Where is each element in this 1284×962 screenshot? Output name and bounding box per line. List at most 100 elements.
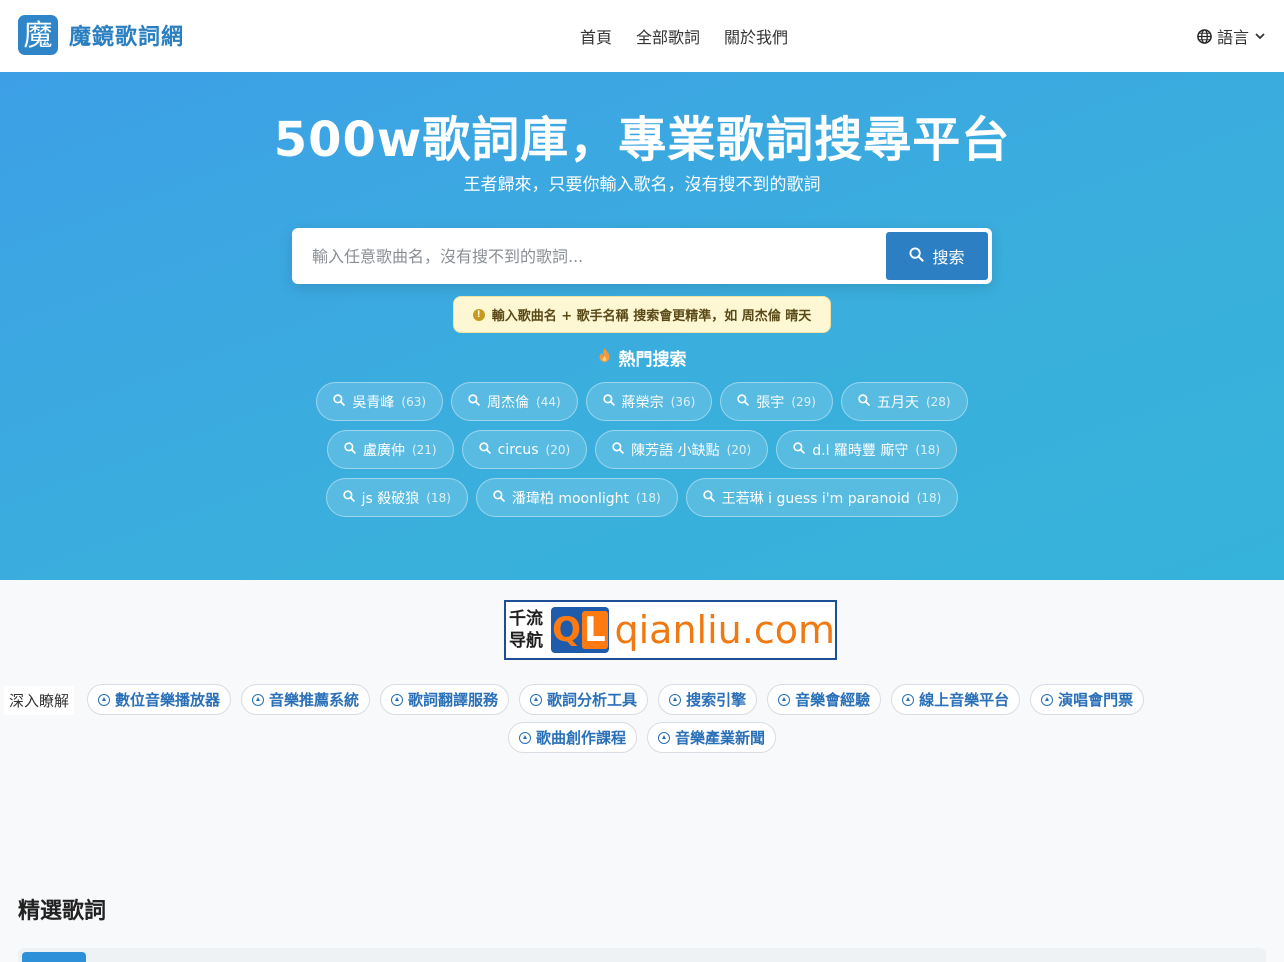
hot-search-pill[interactable]: 陳芳語 小缺點 (20): [595, 430, 769, 469]
top-navbar: 魔 魔鏡歌詞網 首頁 全部歌詞 關於我們 語言: [0, 0, 1284, 72]
search-input[interactable]: [292, 228, 882, 284]
ad-domain: qianliu.com: [614, 608, 836, 652]
nav-home[interactable]: 首頁: [580, 24, 612, 48]
search-icon: [702, 489, 715, 506]
info-icon: !: [472, 308, 485, 321]
featured-lyrics-panel: [18, 948, 1266, 962]
explore-tag[interactable]: 音樂推薦系統: [241, 684, 371, 715]
hot-search-count: (44): [536, 394, 561, 409]
search-icon: [493, 489, 505, 506]
ad-tagline: 千流 导航: [506, 608, 549, 652]
hot-search-term: 王若琳 i guess i'm paranoid: [721, 490, 910, 507]
explore-tag[interactable]: 線上音樂平台: [891, 684, 1021, 715]
search-box: 搜索: [292, 228, 992, 284]
explore-tag-label: 音樂會經驗: [795, 691, 871, 709]
search-icon: [602, 393, 615, 410]
hot-search-pill[interactable]: 五月天 (28): [840, 382, 968, 421]
language-label: 語言: [1216, 28, 1249, 47]
chevron-down-icon: [1254, 30, 1266, 42]
hot-search-count: (29): [791, 394, 816, 409]
explore-tag[interactable]: 音樂會經驗: [767, 684, 882, 715]
ad-banner[interactable]: 千流 导航 QL qianliu.com: [504, 600, 837, 660]
arrow-up-circle-icon: [252, 693, 265, 706]
hot-search-term: js 殺破狼: [361, 490, 420, 507]
arrow-up-circle-icon: [669, 693, 682, 706]
hot-search-count: (28): [925, 394, 951, 409]
search-tip: ! 輸入歌曲名 + 歌手名稱 搜索會更精準，如 周杰倫 晴天: [453, 296, 831, 333]
featured-lyrics-title: 精選歌詞: [18, 899, 107, 924]
nav-about[interactable]: 關於我們: [724, 24, 788, 48]
hot-search-term: 五月天: [876, 394, 919, 411]
explore-tag-label: 線上音樂平台: [919, 691, 1010, 709]
explore-tag-label: 歌曲創作課程: [535, 729, 626, 747]
search-icon: [468, 393, 480, 410]
hot-search-list: 吳青峰 (63) 周杰倫 (44) 蔣榮宗 (36) 張宇 (29) 五月天 (28) 盧…: [0, 382, 1284, 526]
explore-tag-label: 音樂產業新聞: [675, 729, 766, 747]
explore-tag[interactable]: 歌詞分析工具: [519, 684, 649, 715]
hot-search-count: (18): [915, 442, 941, 457]
ad-tagline-line1: 千流: [509, 609, 543, 629]
explore-tag-label: 數位音樂播放器: [115, 691, 221, 709]
hot-search-pill[interactable]: js 殺破狼 (18): [325, 478, 468, 517]
hot-search-term: 吳青峰: [352, 394, 395, 411]
hot-search-pill[interactable]: 潘瑋柏 moonlight (18): [475, 478, 678, 517]
search-icon: [737, 393, 750, 410]
explore-tag-label: 歌詞分析工具: [547, 691, 638, 709]
search-icon: [342, 489, 355, 506]
ad-logo-q: Q: [552, 610, 582, 650]
search-icon: [793, 441, 806, 458]
hot-search-pill[interactable]: 王若琳 i guess i'm paranoid (18): [685, 478, 959, 517]
explore-tag-label: 搜索引擎: [686, 691, 747, 709]
explore-tag[interactable]: 歌詞翻譯服務: [380, 684, 510, 715]
site-logo: 魔: [18, 15, 58, 55]
hot-search-pill[interactable]: 吳青峰 (63): [316, 382, 444, 421]
hot-search-term: 周杰倫: [487, 394, 530, 411]
hero-subtitle: 王者歸來，只要你輸入歌名，沒有搜不到的歌詞: [463, 175, 821, 195]
hot-search-pill[interactable]: 張宇 (29): [720, 382, 833, 421]
hero-title: 500w歌詞庫，專業歌詞搜尋平台: [273, 112, 1011, 168]
hot-search-term: 盧廣仲: [362, 442, 405, 459]
arrow-up-circle-icon: [391, 693, 404, 706]
hot-search-count: (36): [670, 394, 696, 409]
arrow-up-circle-icon: [658, 731, 670, 744]
arrow-up-circle-icon: [778, 693, 791, 706]
explore-label: 深入瞭解: [4, 686, 75, 715]
explore-tag-label: 演唱會門票: [1058, 691, 1134, 709]
search-button[interactable]: 搜索: [886, 232, 988, 280]
explore-tag[interactable]: 歌曲創作課程: [507, 722, 637, 753]
hero-section: 500w歌詞庫，專業歌詞搜尋平台 王者歸來，只要你輸入歌名，沒有搜不到的歌詞 搜…: [0, 72, 1284, 580]
globe-icon: [1197, 28, 1212, 44]
hot-search-count: (18): [916, 490, 942, 505]
fire-icon: [598, 347, 611, 368]
explore-tag[interactable]: 音樂產業新聞: [647, 722, 777, 753]
arrow-up-circle-icon: [518, 731, 531, 744]
hot-search-count: (18): [636, 490, 661, 505]
hot-search-pill[interactable]: 蔣榮宗 (36): [585, 382, 713, 421]
hot-search-term: d.l 羅時豐 廝守: [812, 442, 909, 459]
hot-search-count: (63): [401, 394, 427, 409]
explore-tag[interactable]: 數位音樂播放器: [87, 684, 232, 715]
arrow-up-circle-icon: [98, 693, 110, 706]
hot-search-pill[interactable]: 周杰倫 (44): [451, 382, 578, 421]
language-dropdown[interactable]: 語言: [1197, 24, 1266, 48]
ad-logo: QL: [551, 607, 609, 653]
arrow-up-circle-icon: [530, 693, 543, 706]
search-icon: [858, 393, 870, 410]
brand-link[interactable]: 魔 魔鏡歌詞網: [18, 15, 184, 55]
hot-search-pill[interactable]: circus (20): [461, 430, 588, 469]
hot-search-term: 潘瑋柏 moonlight: [511, 490, 630, 507]
explore-tag[interactable]: 演唱會門票: [1030, 684, 1145, 715]
search-icon: [344, 441, 356, 458]
hot-searches-title: 熱門搜索: [618, 350, 687, 370]
main-nav: 首頁 全部歌詞 關於我們: [580, 24, 788, 48]
featured-tab-active[interactable]: [22, 952, 86, 962]
hot-search-count: (20): [545, 442, 571, 457]
nav-all-lyrics[interactable]: 全部歌詞: [636, 24, 700, 48]
explore-tag[interactable]: 搜索引擎: [658, 684, 758, 715]
explore-tag-label: 歌詞翻譯服務: [408, 691, 499, 709]
hot-search-count: (20): [726, 442, 752, 457]
search-tip-text: 輸入歌曲名 + 歌手名稱 搜索會更精準，如 周杰倫 晴天: [491, 309, 812, 324]
hot-search-pill[interactable]: d.l 羅時豐 廝守 (18): [776, 430, 958, 469]
hot-search-term: 陳芳語 小缺點: [631, 442, 720, 459]
hot-search-pill[interactable]: 盧廣仲 (21): [326, 430, 454, 469]
